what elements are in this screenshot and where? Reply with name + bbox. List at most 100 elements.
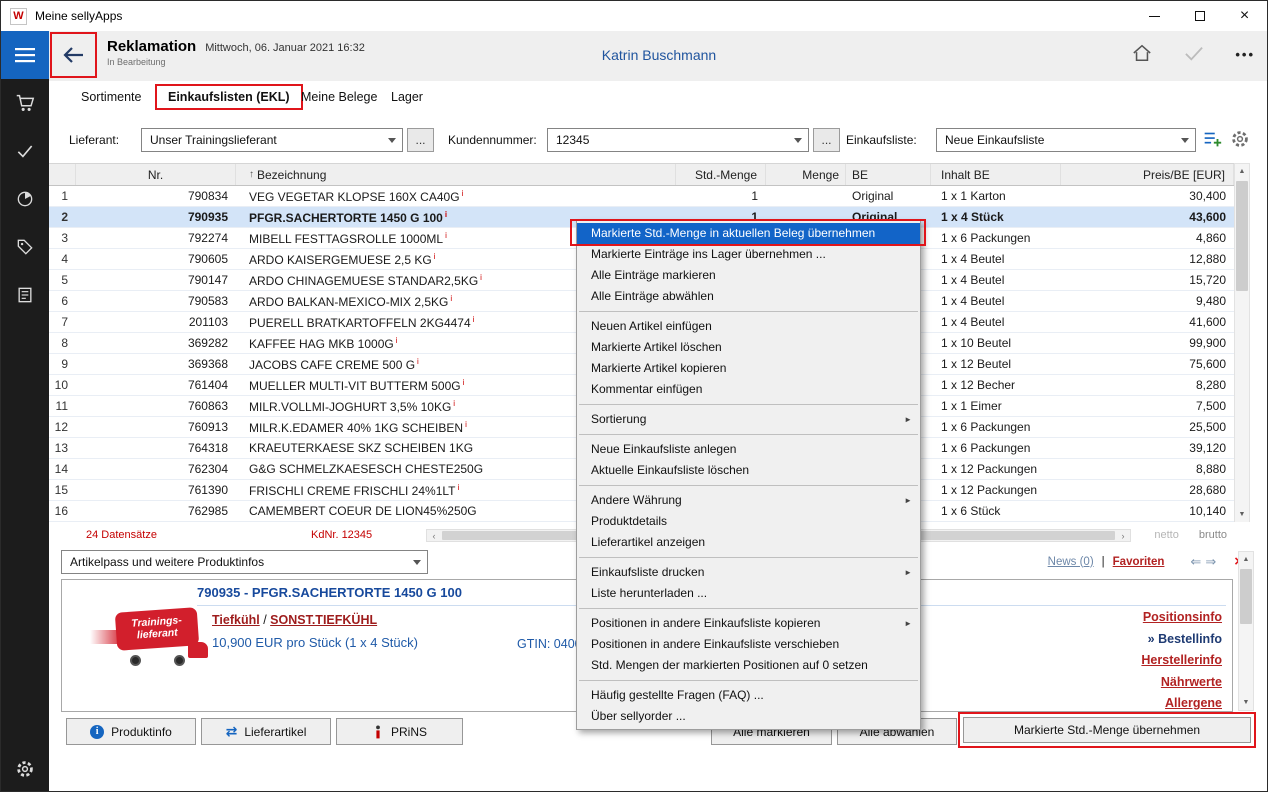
header-std-menge[interactable]: Std.-Menge: [676, 164, 766, 185]
cell-idx: 13: [49, 441, 76, 455]
truck-icon: Trainings-lieferant: [115, 607, 199, 651]
news-link[interactable]: News (0): [1048, 556, 1094, 568]
menu-item[interactable]: Über sellyorder ...: [577, 706, 920, 727]
lieferant-select[interactable]: Unser Trainingslieferant: [141, 128, 403, 152]
produktinfo-button[interactable]: i Produktinfo: [66, 718, 196, 745]
info-marker-icon: i: [396, 336, 398, 345]
sidebar-item-cart[interactable]: [1, 79, 49, 127]
sidebar-item-check[interactable]: [1, 127, 49, 175]
detail-link[interactable]: Positionsinfo: [1141, 607, 1222, 629]
menu-item[interactable]: Einkaufsliste drucken►: [577, 562, 920, 583]
window-title: Meine sellyApps: [35, 9, 122, 23]
close-button[interactable]: ×: [1222, 1, 1267, 31]
cell-inhalt: 1 x 6 Stück: [931, 504, 1061, 518]
menu-item[interactable]: Lieferartikel anzeigen: [577, 532, 920, 553]
einkaufsliste-select[interactable]: Neue Einkaufsliste: [936, 128, 1196, 152]
list-settings-button[interactable]: [1229, 128, 1251, 153]
menu-item[interactable]: Sortierung►: [577, 409, 920, 430]
header-be[interactable]: BE: [846, 164, 931, 185]
submenu-arrow-icon: ►: [904, 409, 912, 430]
user-name[interactable]: Katrin Buschmann: [602, 47, 716, 63]
table-row[interactable]: 1790834VEG VEGETAR KLOPSE 160X CA40Gi1Or…: [49, 186, 1234, 207]
menu-item[interactable]: Markierte Std.-Menge in aktuellen Beleg …: [577, 223, 920, 244]
menu-item[interactable]: Liste herunterladen ...: [577, 583, 920, 604]
header-nr[interactable]: Nr.: [76, 164, 236, 185]
cell-idx: 4: [49, 252, 76, 266]
detail-link[interactable]: » Bestellinfo: [1141, 629, 1222, 651]
header-index[interactable]: [49, 164, 76, 185]
menu-item[interactable]: Positionen in andere Einkaufsliste versc…: [577, 634, 920, 655]
scrollbar-thumb[interactable]: [1236, 181, 1248, 291]
back-button[interactable]: [50, 32, 97, 78]
menu-item[interactable]: Alle Einträge abwählen: [577, 286, 920, 307]
menu-item[interactable]: Neue Einkaufsliste anlegen: [577, 439, 920, 460]
menu-item[interactable]: Produktdetails: [577, 511, 920, 532]
header-preis[interactable]: Preis/BE [EUR]: [1061, 164, 1234, 185]
cell-nr: 760863: [76, 399, 236, 413]
maximize-button[interactable]: [1177, 1, 1222, 31]
more-options-button[interactable]: •••: [1235, 47, 1255, 62]
app-window: W Meine sellyApps ×: [0, 0, 1268, 792]
menu-item[interactable]: Markierte Einträge ins Lager übernehmen …: [577, 244, 920, 265]
arrow-right-icon[interactable]: ⇒: [1205, 554, 1220, 569]
menu-item[interactable]: Aktuelle Einkaufsliste löschen: [577, 460, 920, 481]
menu-item[interactable]: Markierte Artikel löschen: [577, 337, 920, 358]
netto-toggle[interactable]: netto: [1154, 529, 1178, 541]
kundennummer-select[interactable]: 12345: [547, 128, 809, 152]
kundennummer-more-button[interactable]: ...: [813, 128, 840, 152]
minimize-button[interactable]: [1132, 1, 1177, 31]
tab-sortimente[interactable]: Sortimente: [81, 90, 141, 104]
scroll-left-icon[interactable]: ‹: [427, 531, 441, 541]
prev-next-arrows[interactable]: ⇐⇒: [1190, 554, 1220, 570]
home-button[interactable]: [1131, 43, 1153, 66]
category-link-sonst-tiefkuehl[interactable]: SONST.TIEFKÜHL: [270, 613, 377, 627]
lieferant-more-button[interactable]: ...: [407, 128, 434, 152]
cell-nr: 761390: [76, 483, 236, 497]
scroll-down-icon[interactable]: ▼: [1235, 507, 1249, 522]
detail-link[interactable]: Herstellerinfo: [1141, 650, 1222, 672]
scroll-up-icon[interactable]: ▲: [1235, 164, 1249, 179]
menu-item[interactable]: Andere Währung►: [577, 490, 920, 511]
menu-item[interactable]: Häufig gestellte Fragen (FAQ) ...: [577, 685, 920, 706]
brutto-toggle[interactable]: brutto: [1199, 529, 1227, 541]
tab-einkaufslisten[interactable]: Einkaufslisten (EKL): [155, 84, 303, 110]
detail-vertical-scrollbar[interactable]: ▲ ▼: [1238, 551, 1254, 711]
confirm-button[interactable]: [1183, 44, 1205, 65]
home-icon: [1131, 43, 1153, 63]
tab-meine-belege[interactable]: Meine Belege: [301, 90, 377, 104]
favoriten-link[interactable]: Favoriten: [1113, 556, 1165, 568]
cell-inhalt: 1 x 12 Beutel: [931, 357, 1061, 371]
productinfo-select[interactable]: Artikelpass und weitere Produktinfos: [61, 550, 428, 574]
chevron-down-icon: [1181, 138, 1189, 143]
menu-item[interactable]: Std. Mengen der markierten Positionen au…: [577, 655, 920, 676]
header-bezeichnung[interactable]: ↑Bezeichnung: [236, 164, 676, 185]
std-menge-uebernehmen-button[interactable]: Markierte Std.-Menge übernehmen: [963, 717, 1251, 743]
menu-item[interactable]: Positionen in andere Einkaufsliste kopie…: [577, 613, 920, 634]
sidebar-item-catalog[interactable]: [1, 271, 49, 319]
scrollbar-thumb[interactable]: [1240, 569, 1252, 624]
cell-idx: 2: [49, 210, 76, 224]
detail-product-title: 790935 - PFGR.SACHERTORTE 1450 G 100: [197, 585, 462, 600]
menu-item[interactable]: Alle Einträge markieren: [577, 265, 920, 286]
scroll-right-icon[interactable]: ›: [1116, 531, 1130, 541]
cell-inhalt: 1 x 1 Eimer: [931, 399, 1061, 413]
sidebar-item-promotions[interactable]: [1, 223, 49, 271]
table-header: Nr. ↑Bezeichnung Std.-Menge Menge BE Inh…: [49, 163, 1234, 186]
menu-item[interactable]: Kommentar einfügen: [577, 379, 920, 400]
header-menge[interactable]: Menge: [766, 164, 846, 185]
category-link-tiefkuehl[interactable]: Tiefkühl: [212, 613, 260, 627]
prins-button[interactable]: PRiNS: [336, 718, 463, 745]
detail-link[interactable]: Nährwerte: [1141, 672, 1222, 694]
scroll-down-icon[interactable]: ▼: [1239, 695, 1253, 710]
lieferartikel-button[interactable]: ⇄ Lieferartikel: [201, 718, 331, 745]
table-vertical-scrollbar[interactable]: ▲ ▼: [1234, 163, 1250, 523]
menu-item[interactable]: Neuen Artikel einfügen: [577, 316, 920, 337]
menu-item[interactable]: Markierte Artikel kopieren: [577, 358, 920, 379]
sidebar-menu-button[interactable]: [1, 31, 49, 79]
sidebar-item-statistics[interactable]: [1, 175, 49, 223]
header-inhalt-be[interactable]: Inhalt BE: [931, 164, 1061, 185]
new-list-button[interactable]: [1201, 128, 1223, 153]
arrow-left-icon[interactable]: ⇐: [1190, 554, 1205, 569]
tab-lager[interactable]: Lager: [391, 90, 423, 104]
scroll-up-icon[interactable]: ▲: [1239, 552, 1253, 567]
